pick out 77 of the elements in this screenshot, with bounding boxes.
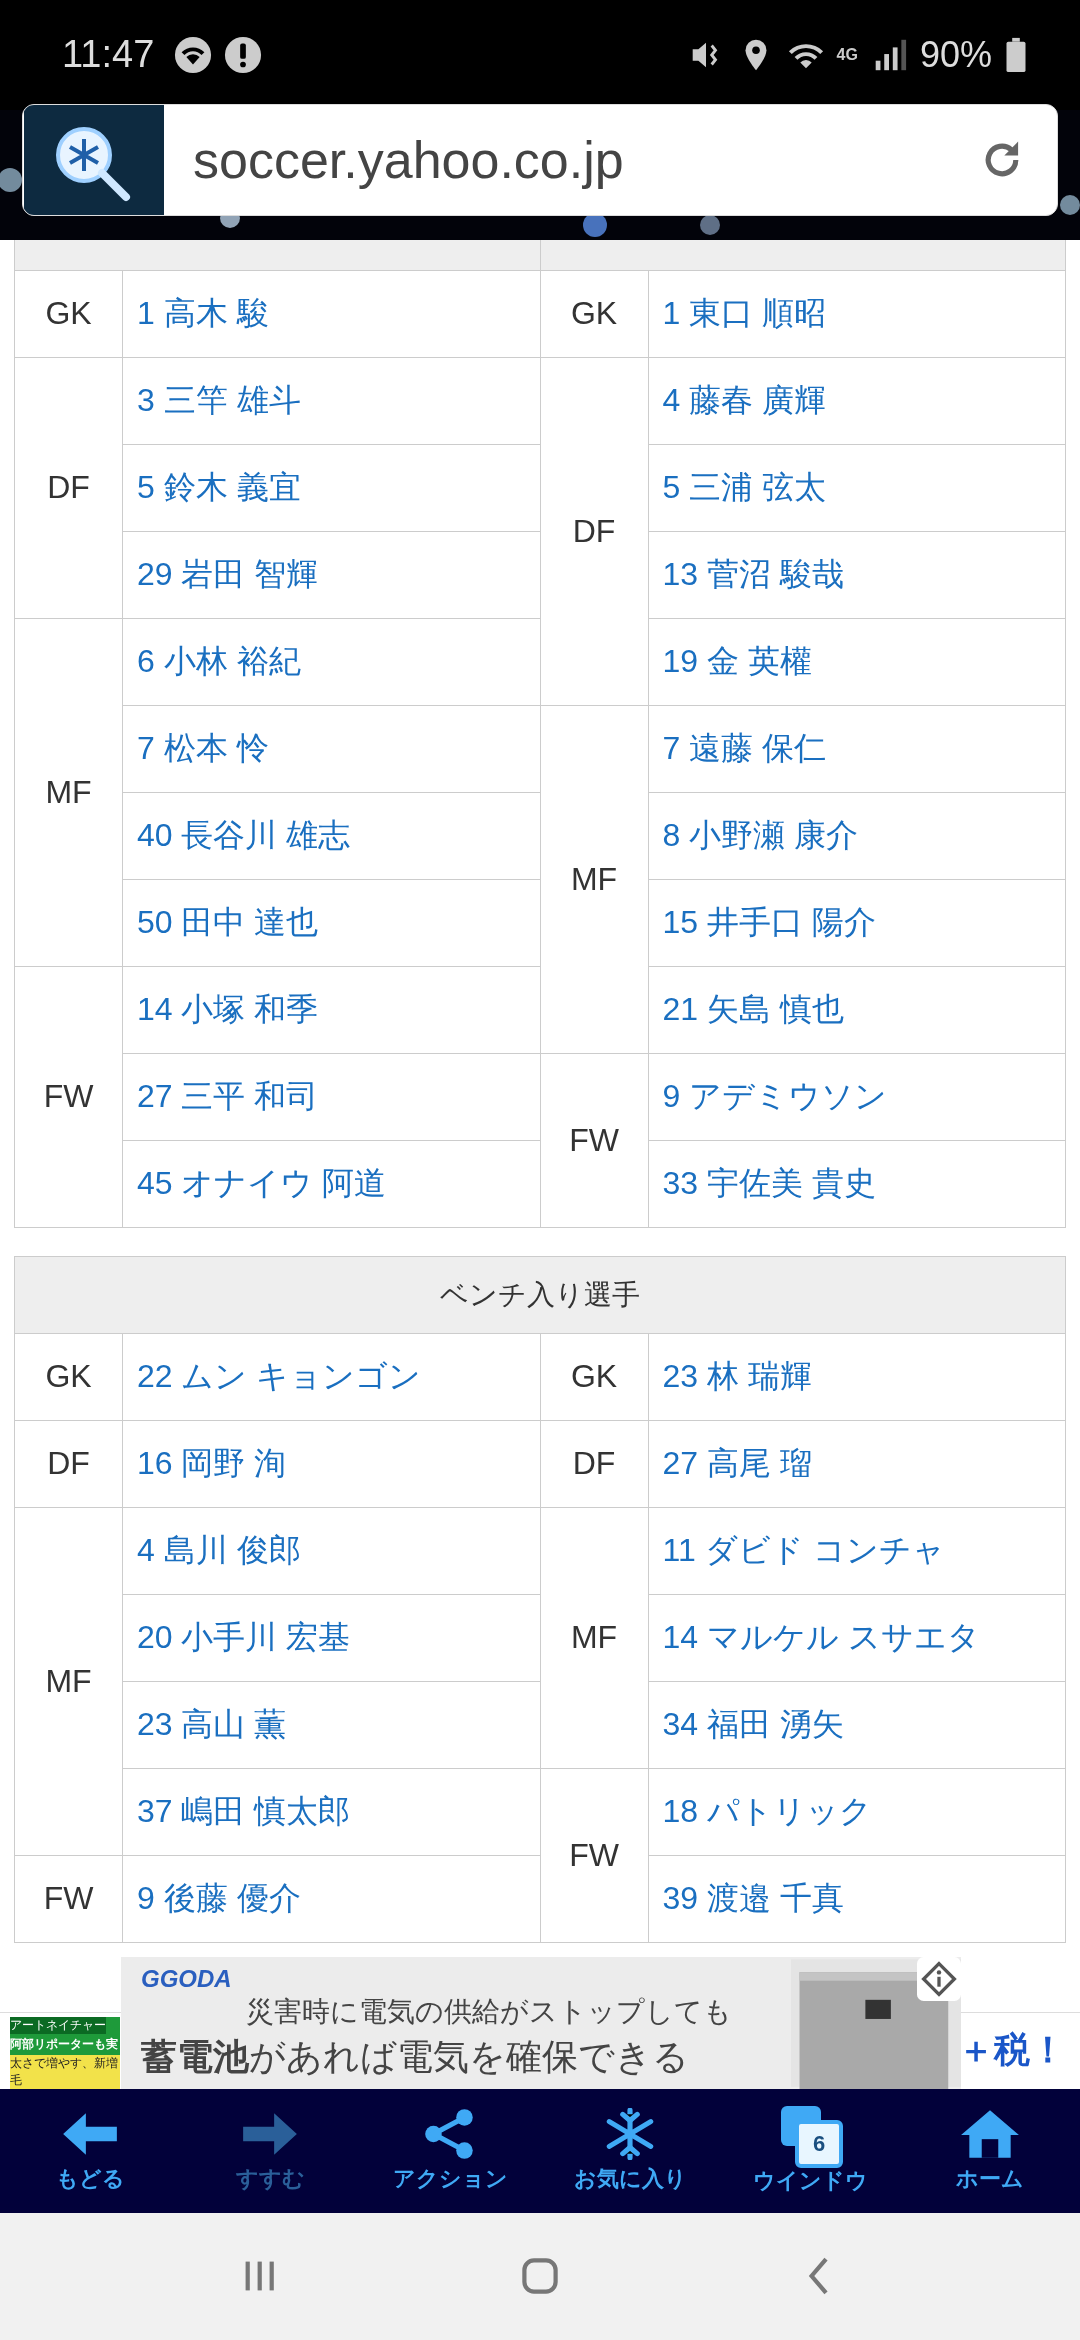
player-link[interactable]: 1 東口 順昭 — [662, 291, 827, 336]
url-text: soccer.yahoo.co.jp — [193, 129, 625, 190]
player-link[interactable]: 18 パトリック — [662, 1789, 872, 1834]
player-link[interactable]: 6 小林 裕紀 — [137, 639, 301, 684]
player-link[interactable]: 50 田中 達也 — [137, 900, 319, 945]
window-count: 6 — [795, 2119, 843, 2168]
ad-thumbnail[interactable]: アートネイチャー 阿部リポーターも実 太さで増やす、新増毛 — [10, 2017, 120, 2089]
player-link[interactable]: 23 林 瑞輝 — [662, 1354, 812, 1399]
player-link[interactable]: 14 小塚 和季 — [137, 987, 319, 1032]
ad-banner[interactable]: GGODA 災害時に電気の供給がストップしても 蓄電池があれば電気を確保できる — [121, 1956, 961, 2089]
player-link[interactable]: 27 高尾 瑠 — [662, 1441, 812, 1486]
player-link[interactable]: 13 菅沼 駿哉 — [662, 552, 844, 597]
share-button[interactable]: アクション — [360, 2089, 540, 2213]
table-header: ベンチ入り選手 — [14, 1255, 1066, 1334]
ad-brand: アートネイチャー — [10, 2017, 106, 2034]
position-cell: GK — [15, 1333, 123, 1420]
player-link[interactable]: 3 三竿 雄斗 — [137, 378, 301, 423]
position-cell: MF — [540, 705, 649, 1053]
position-cell: DF — [15, 357, 123, 618]
player-link[interactable]: 4 島川 俊郎 — [137, 1528, 301, 1573]
position-cell: DF — [540, 1420, 649, 1507]
player-link[interactable]: 16 岡野 洵 — [137, 1441, 287, 1486]
player-link[interactable]: 19 金 英權 — [662, 639, 812, 684]
player-link[interactable]: 8 小野瀬 康介 — [662, 813, 859, 858]
ad-headline: 災害時に電気の供給がストップしても — [246, 1994, 733, 2029]
address-bar[interactable]: soccer.yahoo.co.jp — [22, 103, 1058, 216]
position-cell: FW — [540, 1768, 649, 1942]
favorite-button[interactable]: お気に入り — [540, 2089, 720, 2213]
position-cell: GK — [540, 1333, 649, 1420]
alert-icon — [224, 35, 263, 74]
player-link[interactable]: 33 宇佐美 貴史 — [662, 1161, 876, 1206]
position-cell: DF — [540, 357, 649, 705]
position-cell: DF — [15, 1420, 123, 1507]
snowflake-search-icon — [23, 104, 165, 215]
position-cell: FW — [540, 1053, 649, 1227]
position-cell: MF — [540, 1507, 649, 1768]
player-link[interactable]: 29 岩田 智輝 — [137, 552, 319, 597]
player-link[interactable]: 34 福田 湧矢 — [662, 1702, 844, 1747]
battery-icon — [1004, 35, 1028, 74]
player-link[interactable]: 15 井手口 陽介 — [662, 900, 876, 945]
ad-text[interactable]: ＋税！ — [958, 2026, 1066, 2076]
wifi-icon — [174, 35, 213, 74]
network-label: 4G — [836, 45, 858, 64]
player-link[interactable]: 11 ダビド コンチャ — [662, 1528, 945, 1573]
player-link[interactable]: 45 オナイウ 阿道 — [137, 1161, 387, 1206]
ad-tagline: 太さで増やす、新増毛 — [10, 2055, 120, 2089]
position-cell: MF — [15, 618, 123, 966]
player-link[interactable]: 9 アデミウソン — [662, 1074, 888, 1119]
player-link[interactable]: 7 遠藤 保仁 — [662, 726, 827, 771]
ad-headline: 阿部リポーターも実 — [10, 2036, 118, 2053]
player-link[interactable]: 23 高山 薫 — [137, 1702, 287, 1747]
position-cell: GK — [540, 270, 649, 357]
player-link[interactable]: 5 鈴木 義宜 — [137, 465, 301, 510]
position-cell: FW — [15, 1855, 123, 1942]
player-link[interactable]: 14 マルケル スサエタ — [662, 1615, 980, 1660]
player-link[interactable]: 21 矢島 慎也 — [662, 987, 844, 1032]
windows-button[interactable]: 6 ウインドウ — [720, 2089, 900, 2213]
position-cell: MF — [15, 1507, 123, 1855]
battery-percent: 90% — [919, 33, 992, 76]
ad-logo: GGODA — [141, 1964, 233, 1993]
player-link[interactable]: 39 渡邉 千真 — [662, 1876, 844, 1921]
player-link[interactable]: 27 三平 和司 — [137, 1074, 319, 1119]
player-link[interactable]: 20 小手川 宏基 — [137, 1615, 351, 1660]
player-link[interactable]: 40 長谷川 雄志 — [137, 813, 351, 858]
player-link[interactable]: 37 嶋田 慎太郎 — [137, 1789, 351, 1834]
player-link[interactable]: 9 後藤 優介 — [137, 1876, 301, 1921]
position-cell: FW — [15, 966, 123, 1227]
player-link[interactable]: 1 高木 駿 — [137, 291, 269, 336]
status-time: 11:47 — [62, 33, 155, 77]
home-button[interactable]: ホーム — [900, 2089, 1080, 2213]
player-link[interactable]: 7 松本 怜 — [137, 726, 269, 771]
player-link[interactable]: 5 三浦 弦太 — [662, 465, 827, 510]
player-link[interactable]: 22 ムン キョンゴン — [137, 1354, 422, 1399]
player-link[interactable]: 4 藤春 廣輝 — [662, 378, 827, 423]
back-button[interactable]: もどる — [0, 2089, 180, 2213]
ad-headline: 蓄電池があれば電気を確保できる — [141, 2034, 690, 2079]
position-cell: GK — [15, 270, 123, 357]
